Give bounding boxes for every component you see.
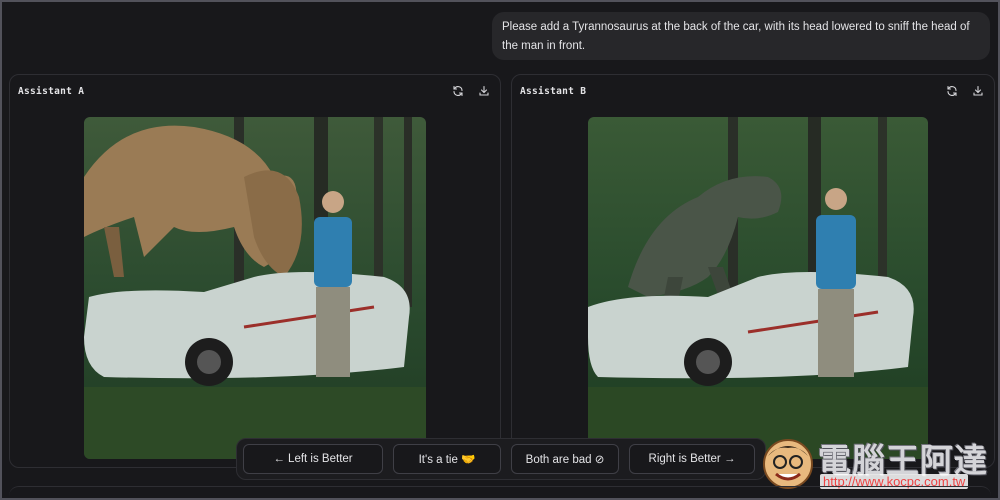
both-bad-button[interactable]: Both are bad ⊘ <box>511 444 619 474</box>
vote-bar: ← Left is Better It's a tie 🤝 Both are b… <box>236 438 766 480</box>
left-is-better-button[interactable]: ← Left is Better <box>243 444 383 474</box>
assistant-a-title: Assistant A <box>18 85 85 97</box>
watermark: 電腦王阿達 http://www.kocpc.com.tw <box>760 432 996 494</box>
refresh-icon[interactable] <box>944 83 960 99</box>
user-prompt-bubble: Please add a Tyrannosaurus at the back o… <box>492 12 990 60</box>
assistant-a-image[interactable] <box>84 117 426 459</box>
assistant-a-panel: Assistant A <box>9 74 501 468</box>
download-icon[interactable] <box>476 83 492 99</box>
next-panel-edge <box>9 486 991 500</box>
refresh-icon[interactable] <box>450 83 466 99</box>
assistant-b-panel: Assistant B <box>511 74 995 468</box>
right-is-better-button[interactable]: Right is Better → <box>629 444 755 474</box>
mascot-logo <box>763 439 813 489</box>
assistant-b-image[interactable] <box>588 117 928 459</box>
user-prompt-text: Please add a Tyrannosaurus at the back o… <box>502 21 970 52</box>
tie-button[interactable]: It's a tie 🤝 <box>393 444 501 474</box>
assistant-b-title: Assistant B <box>520 85 587 97</box>
assistant-b-header: Assistant B <box>512 75 994 107</box>
download-icon[interactable] <box>970 83 986 99</box>
assistant-a-header: Assistant A <box>10 75 500 107</box>
